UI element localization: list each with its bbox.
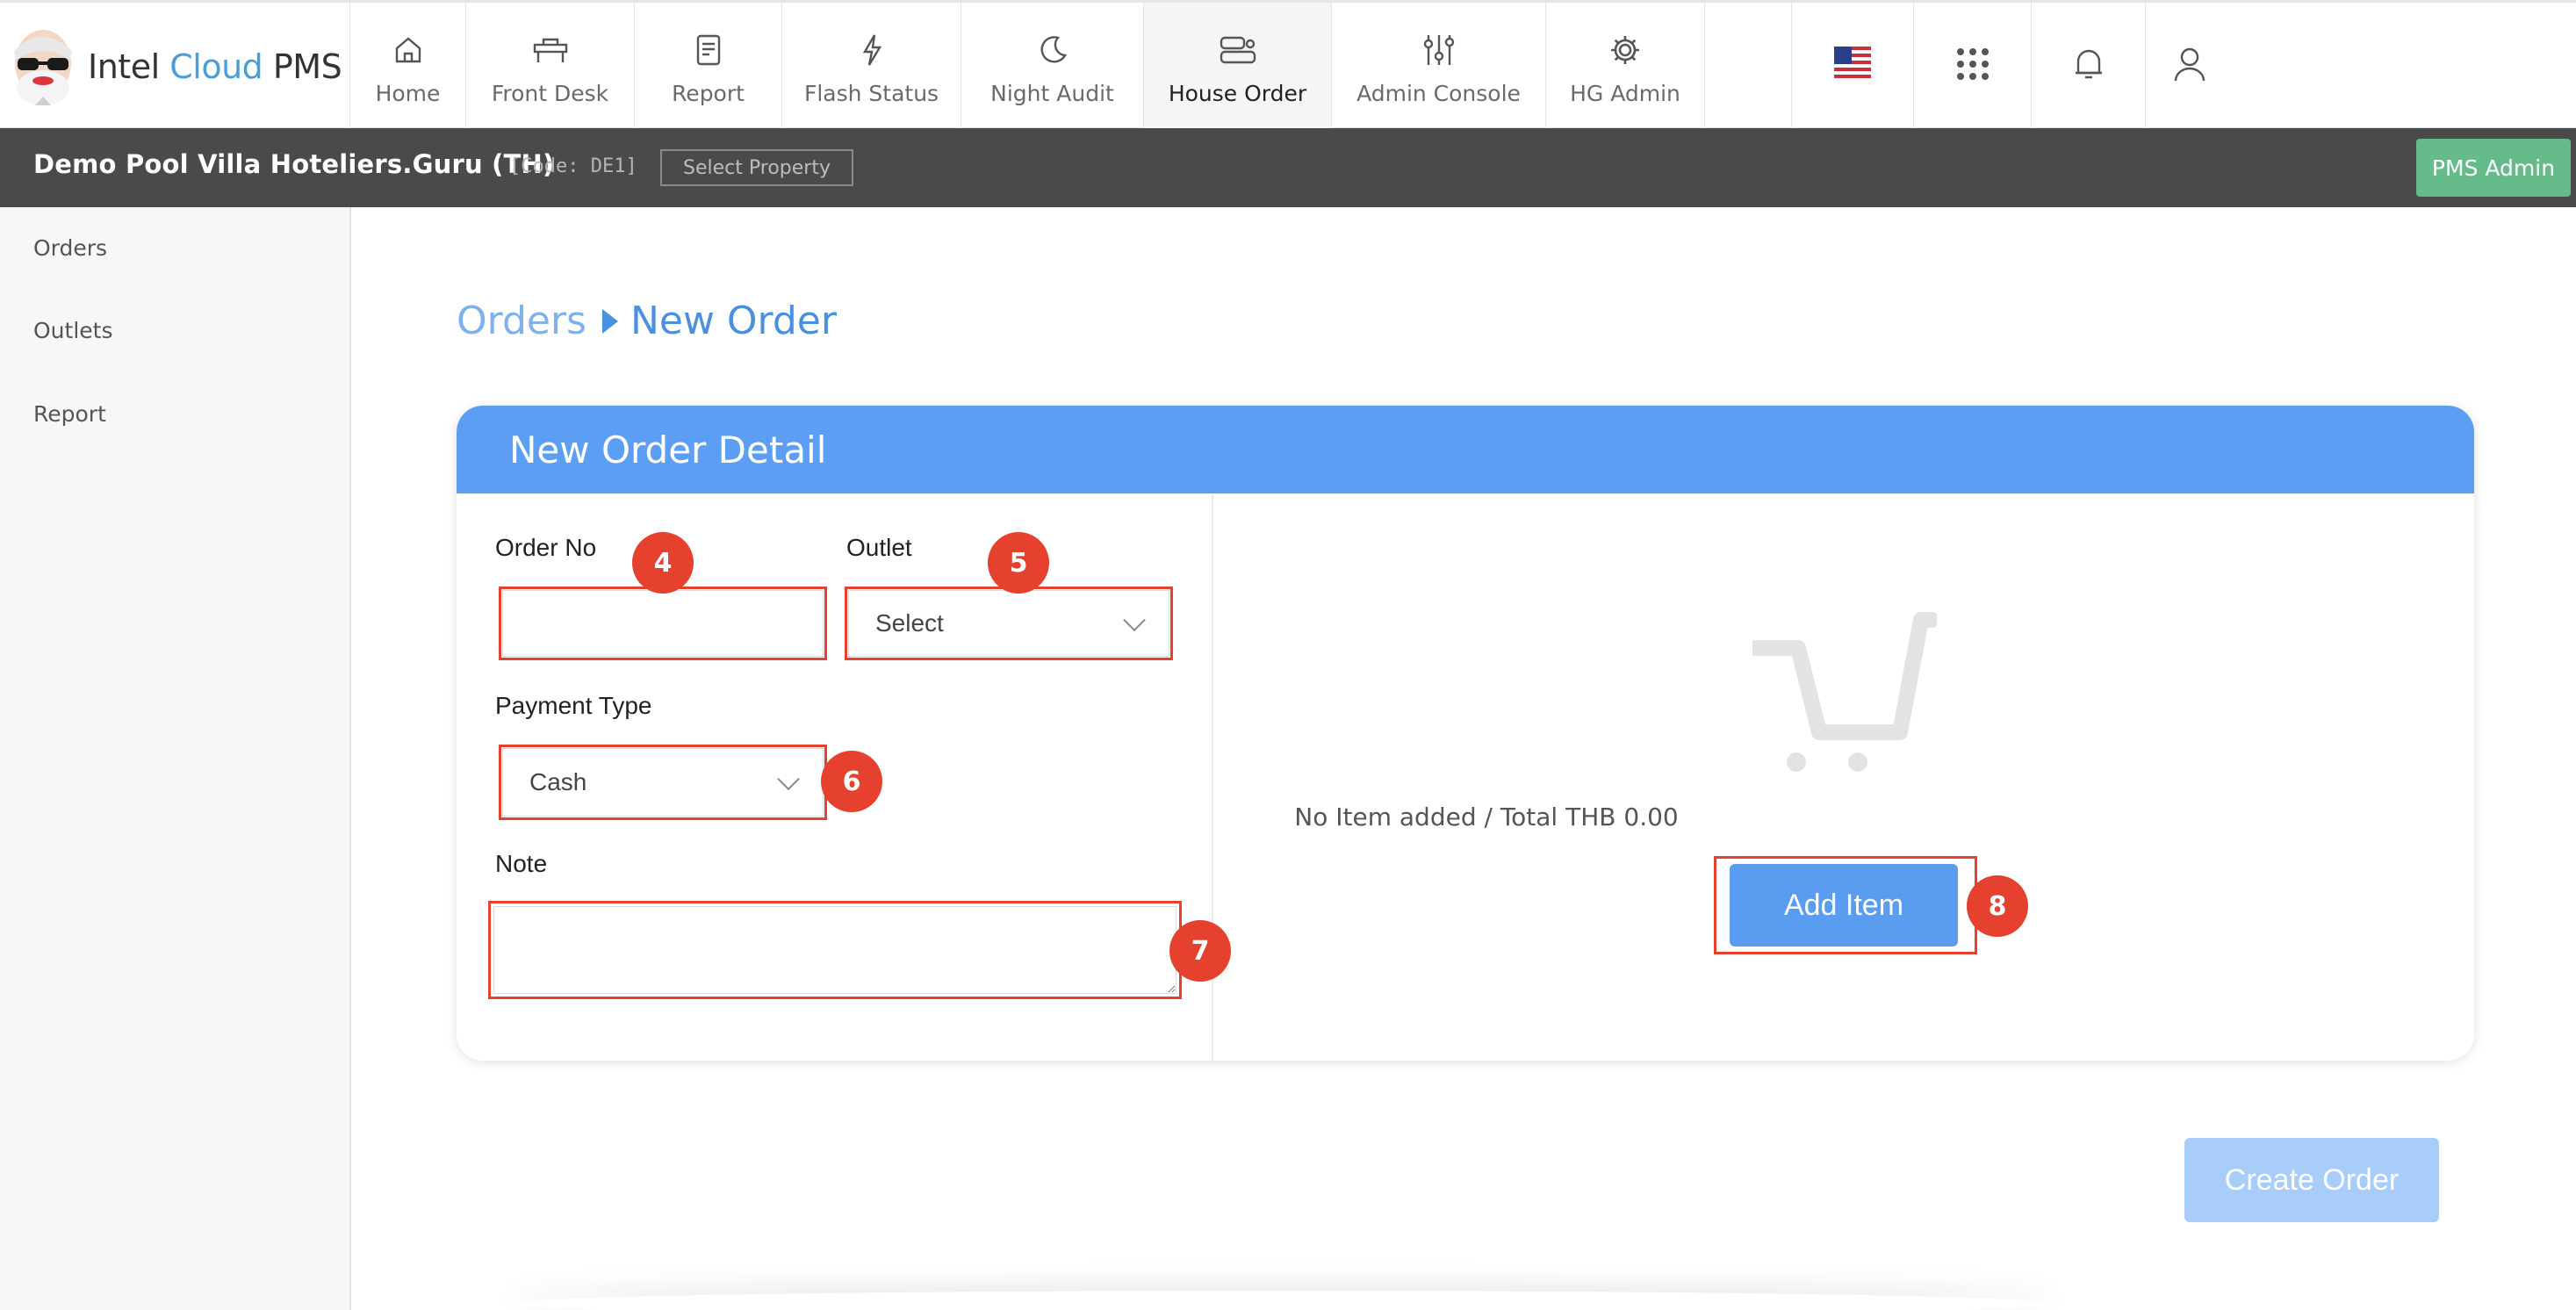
callout-badge-6: 6 xyxy=(821,751,882,812)
breadcrumb: Orders New Order xyxy=(457,299,837,343)
breadcrumb-orders-link[interactable]: Orders xyxy=(457,299,586,343)
outlet-select-value: Select xyxy=(875,609,944,637)
language-button[interactable] xyxy=(1791,3,1914,128)
order-no-input[interactable] xyxy=(502,590,824,657)
chevron-down-icon xyxy=(1123,608,1146,632)
cart-empty-message: No Item added / Total THB 0.00 xyxy=(1294,803,1679,831)
house-order-icon xyxy=(1218,30,1258,70)
nav-item-hg-admin[interactable]: HG Admin xyxy=(1545,3,1705,128)
header-utility-icons xyxy=(1791,3,2234,128)
logo-word-pms: PMS xyxy=(272,47,342,86)
flash-icon xyxy=(852,30,892,70)
sidebar: Orders Outlets Report xyxy=(0,207,351,1310)
callout-badge-7: 7 xyxy=(1169,920,1231,982)
nav-label: Home xyxy=(375,81,441,106)
card-title: New Order Detail xyxy=(457,406,2474,493)
mascot-logo-icon xyxy=(5,25,81,109)
outlet-select[interactable]: Select xyxy=(848,590,1169,657)
apps-grid-icon xyxy=(1955,47,1990,85)
nav-item-house-order[interactable]: House Order xyxy=(1143,3,1331,128)
property-bar: Demo Pool Villa Hoteliers.Guru (TH) [Cod… xyxy=(0,128,2576,207)
nav-label: Flash Status xyxy=(803,81,939,106)
nav-label: Night Audit xyxy=(990,81,1114,106)
nav-label: HG Admin xyxy=(1570,81,1680,106)
nav-item-front-desk[interactable]: Front Desk xyxy=(465,3,634,128)
sidebar-item-outlets[interactable]: Outlets xyxy=(33,318,112,343)
note-textarea[interactable] xyxy=(493,906,1176,994)
breadcrumb-current: New Order xyxy=(630,299,837,343)
logo-word-cloud: Cloud xyxy=(169,47,263,86)
nav-label: Front Desk xyxy=(491,81,609,106)
pms-admin-button[interactable]: PMS Admin xyxy=(2416,139,2571,197)
nav-label: Report xyxy=(672,81,745,106)
us-flag-icon xyxy=(1834,46,1871,85)
create-order-button[interactable]: Create Order xyxy=(2184,1138,2439,1222)
sliders-icon xyxy=(1419,30,1459,70)
app-logo-text: Intel Cloud PMS xyxy=(88,47,342,86)
payment-type-label: Payment Type xyxy=(495,692,652,719)
callout-badge-5: 5 xyxy=(988,532,1049,594)
note-label: Note xyxy=(495,850,548,877)
logo-word-intel: Intel xyxy=(88,47,160,86)
moon-icon xyxy=(1033,30,1073,70)
outlet-label: Outlet xyxy=(846,534,912,561)
main-nav: Home Front Desk Report Flash Status Nigh… xyxy=(349,3,1705,128)
notifications-button[interactable] xyxy=(2032,3,2146,128)
report-icon xyxy=(688,30,729,70)
sidebar-item-orders[interactable]: Orders xyxy=(33,235,107,261)
nav-item-night-audit[interactable]: Night Audit xyxy=(961,3,1143,128)
payment-type-value: Cash xyxy=(529,768,587,795)
callout-badge-8: 8 xyxy=(1967,875,2028,937)
bottom-card-shadow xyxy=(509,1291,2054,1310)
user-menu-button[interactable] xyxy=(2146,3,2234,128)
top-navigation-bar: Intel Cloud PMS Home Front Desk Report F… xyxy=(0,0,2576,128)
chevron-down-icon xyxy=(777,767,800,791)
nav-label: House Order xyxy=(1168,81,1307,106)
nav-label: Admin Console xyxy=(1356,81,1521,106)
nav-item-admin-console[interactable]: Admin Console xyxy=(1331,3,1545,128)
bell-icon xyxy=(2073,47,2105,85)
home-icon xyxy=(388,30,428,70)
gear-icon xyxy=(1605,30,1645,70)
select-property-button[interactable]: Select Property xyxy=(660,149,853,186)
add-item-button[interactable]: Add Item xyxy=(1730,864,1958,947)
property-name: Demo Pool Villa Hoteliers.Guru (TH) xyxy=(33,149,555,179)
breadcrumb-arrow-icon xyxy=(601,308,618,334)
callout-badge-4: 4 xyxy=(632,532,694,594)
user-icon xyxy=(2172,46,2207,86)
nav-item-home[interactable]: Home xyxy=(349,3,465,128)
empty-cart-icon xyxy=(1748,602,1939,778)
order-no-label: Order No xyxy=(495,534,597,561)
apps-button[interactable] xyxy=(1914,3,2032,128)
payment-type-select[interactable]: Cash xyxy=(502,748,824,817)
property-code: [Code: DE1] xyxy=(509,155,637,177)
app-logo[interactable]: Intel Cloud PMS xyxy=(5,18,348,115)
front-desk-icon xyxy=(530,30,571,70)
nav-item-report[interactable]: Report xyxy=(634,3,781,128)
nav-item-flash-status[interactable]: Flash Status xyxy=(781,3,961,128)
sidebar-item-report[interactable]: Report xyxy=(33,401,106,427)
